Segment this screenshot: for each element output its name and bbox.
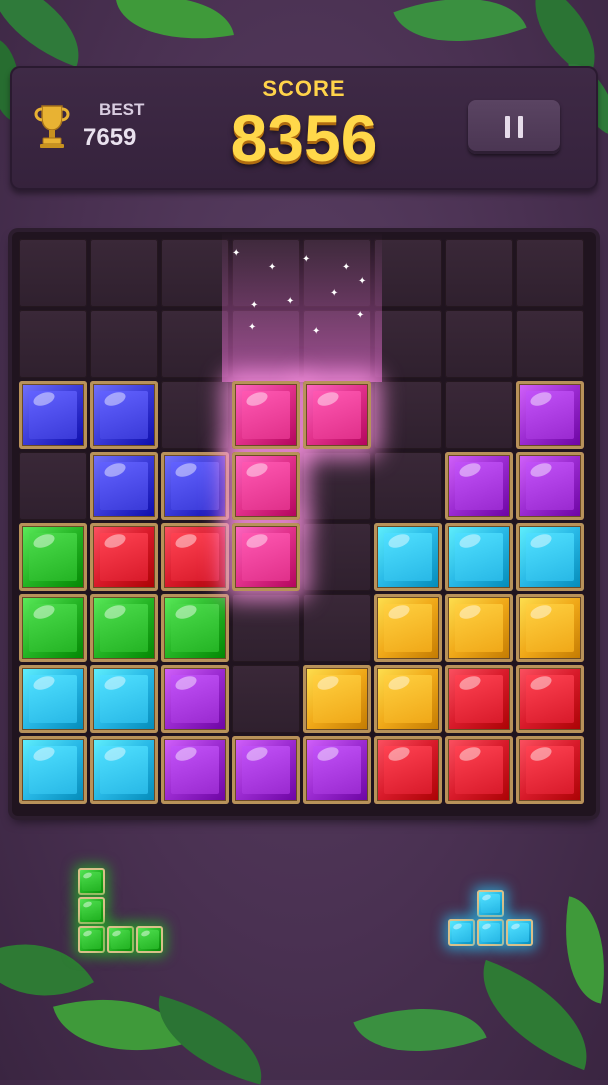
gem-block-cyan	[374, 523, 442, 591]
gem-block-yellow	[374, 665, 442, 733]
empty-cell[interactable]	[90, 310, 158, 378]
gem-block-cyan	[445, 523, 513, 591]
mini-gem-green	[78, 868, 105, 895]
gem-block-cyan	[516, 523, 584, 591]
empty-cell[interactable]	[303, 523, 371, 591]
mini-gem-green	[78, 926, 105, 953]
score-label: SCORE	[262, 76, 346, 101]
gem-block-blue	[90, 381, 158, 449]
leaf-decoration	[393, 0, 527, 69]
empty-cell[interactable]	[374, 452, 442, 520]
empty-cell[interactable]	[90, 239, 158, 307]
mini-gem-cyan	[477, 919, 504, 946]
leaf-decoration	[353, 981, 487, 1079]
pause-button[interactable]	[468, 100, 560, 154]
sparkle-icon: ✦	[286, 296, 295, 307]
game-board[interactable]	[12, 232, 596, 816]
sparkle-icon: ✦	[232, 248, 241, 259]
empty-cell[interactable]	[516, 310, 584, 378]
gem-block-pink	[232, 523, 300, 591]
gem-block-purple	[303, 736, 371, 804]
sparkle-icon: ✦	[302, 254, 311, 265]
leaf-decoration	[116, 0, 234, 55]
gem-block-red	[445, 736, 513, 804]
empty-cell[interactable]	[232, 594, 300, 662]
sparkle-icon: ✦	[250, 300, 259, 311]
sparkle-icon: ✦	[358, 276, 367, 287]
gem-block-green	[90, 594, 158, 662]
gem-block-red	[516, 736, 584, 804]
gem-block-red	[516, 665, 584, 733]
gem-block-green	[19, 594, 87, 662]
sparkle-icon: ✦	[356, 310, 365, 321]
gem-block-red	[161, 523, 229, 591]
gem-block-yellow	[374, 594, 442, 662]
empty-cell[interactable]	[19, 310, 87, 378]
gem-block-red	[374, 736, 442, 804]
leaf-decoration	[551, 896, 608, 1004]
gem-block-purple	[516, 381, 584, 449]
sparkle-icon: ✦	[342, 262, 351, 273]
gem-block-blue	[161, 452, 229, 520]
empty-cell[interactable]	[303, 452, 371, 520]
gem-block-purple	[232, 736, 300, 804]
empty-cell[interactable]	[19, 239, 87, 307]
gem-block-red	[445, 665, 513, 733]
mini-gem-green	[78, 897, 105, 924]
empty-cell[interactable]	[161, 239, 229, 307]
mini-gem-green	[136, 926, 163, 953]
pause-icon	[501, 116, 527, 138]
gem-block-purple	[161, 665, 229, 733]
empty-cell[interactable]	[516, 239, 584, 307]
gem-block-yellow	[516, 594, 584, 662]
leaf-decoration	[0, 0, 97, 68]
gem-block-cyan	[90, 736, 158, 804]
empty-cell[interactable]	[374, 239, 442, 307]
gem-block-cyan	[90, 665, 158, 733]
mini-gem-green	[107, 926, 134, 953]
gem-block-green	[19, 523, 87, 591]
sparkle-icon: ✦	[330, 288, 339, 299]
gem-block-purple	[516, 452, 584, 520]
empty-cell[interactable]	[161, 381, 229, 449]
empty-cell[interactable]	[19, 452, 87, 520]
sparkle-icon: ✦	[248, 322, 257, 333]
gem-block-cyan	[19, 665, 87, 733]
gem-block-blue	[19, 381, 87, 449]
gem-block-green	[161, 594, 229, 662]
mini-gem-cyan	[477, 890, 504, 917]
mini-gem-cyan	[448, 919, 475, 946]
gem-block-purple	[161, 736, 229, 804]
empty-cell[interactable]	[374, 381, 442, 449]
empty-cell[interactable]	[445, 310, 513, 378]
gem-block-pink	[303, 381, 371, 449]
sparkle-icon: ✦	[312, 326, 321, 337]
empty-cell[interactable]	[232, 310, 300, 378]
gem-block-cyan	[19, 736, 87, 804]
sparkle-icon: ✦	[268, 262, 277, 273]
gem-block-pink	[232, 452, 300, 520]
empty-cell[interactable]	[445, 239, 513, 307]
empty-cell[interactable]	[445, 381, 513, 449]
mini-gem-cyan	[506, 919, 533, 946]
empty-cell[interactable]	[303, 594, 371, 662]
gem-block-red	[90, 523, 158, 591]
empty-cell[interactable]	[161, 310, 229, 378]
gem-block-yellow	[445, 594, 513, 662]
gem-block-yellow	[303, 665, 371, 733]
empty-cell[interactable]	[374, 310, 442, 378]
empty-cell[interactable]	[232, 665, 300, 733]
gem-block-purple	[445, 452, 513, 520]
gem-block-pink	[232, 381, 300, 449]
gem-block-blue	[90, 452, 158, 520]
